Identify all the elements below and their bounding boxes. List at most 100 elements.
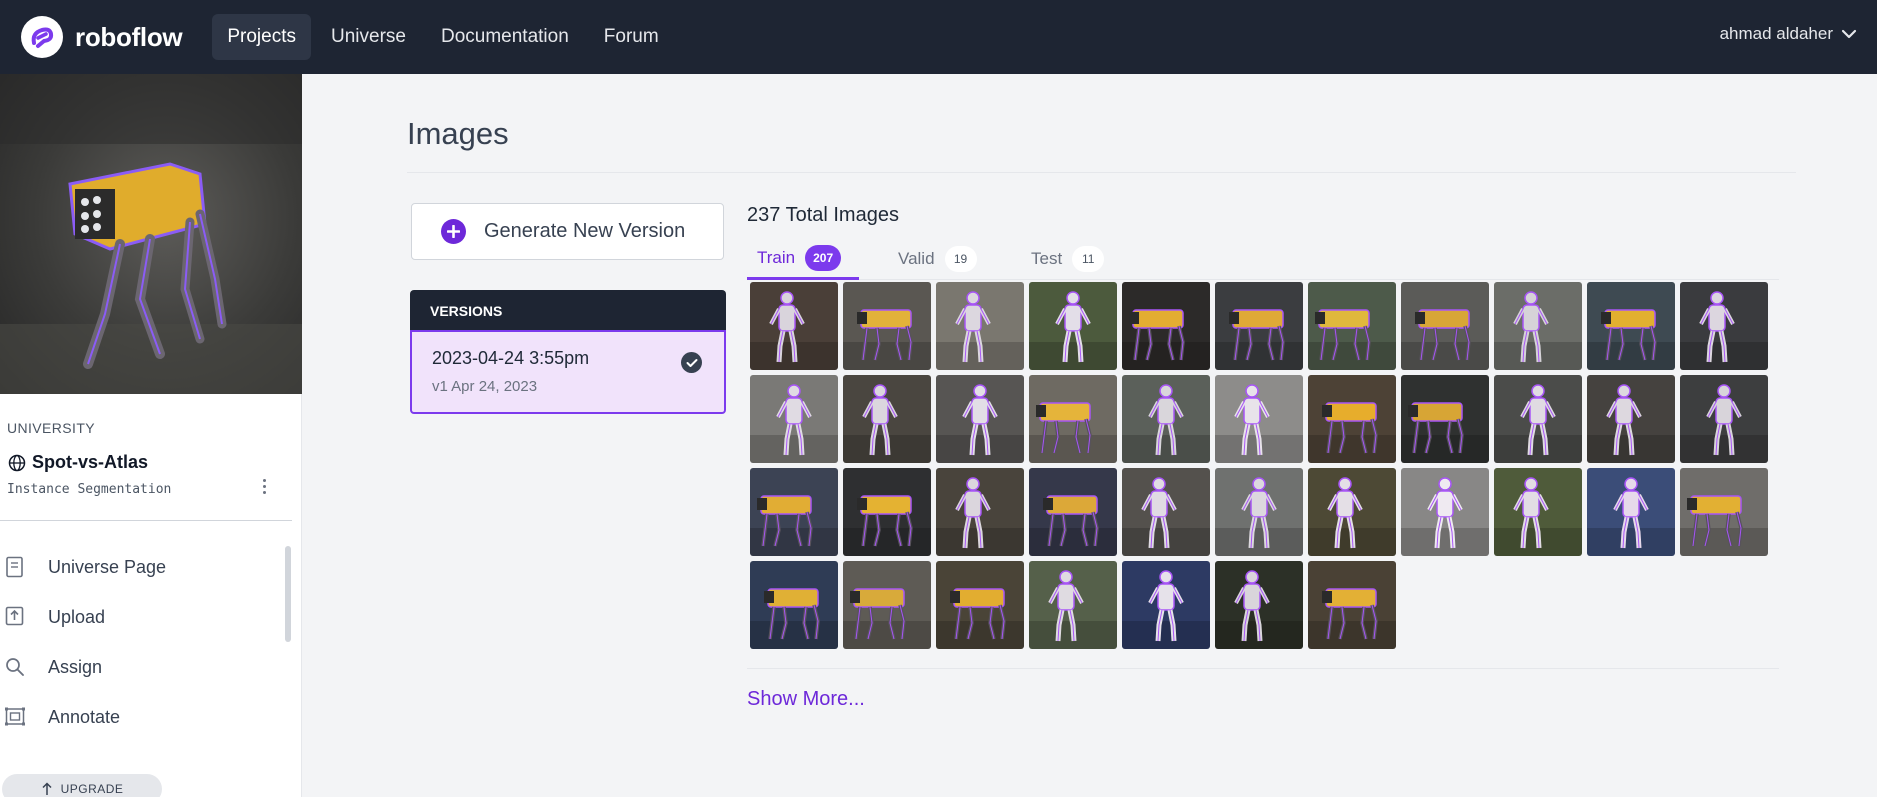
image-thumbnail[interactable] bbox=[1680, 375, 1768, 463]
image-thumbnail[interactable] bbox=[1029, 282, 1117, 370]
project-menu-icon[interactable] bbox=[256, 474, 272, 498]
sidebar-item-label: Universe Page bbox=[48, 556, 167, 577]
image-thumbnail[interactable] bbox=[750, 468, 838, 556]
tab-label: Valid bbox=[898, 249, 935, 268]
grid-divider bbox=[747, 668, 1779, 669]
image-thumbnail[interactable] bbox=[1029, 561, 1117, 649]
sidebar: UNIVERSITY Spot-vs-Atlas Instance Segmen… bbox=[0, 74, 302, 797]
plus-circle-icon bbox=[441, 219, 466, 244]
search-icon bbox=[6, 658, 24, 676]
count-badge: 207 bbox=[805, 244, 842, 271]
check-circle-icon bbox=[681, 352, 702, 373]
image-thumbnail[interactable] bbox=[1587, 468, 1675, 556]
image-thumbnail[interactable] bbox=[1215, 282, 1303, 370]
image-thumbnail[interactable] bbox=[750, 375, 838, 463]
image-thumbnail[interactable] bbox=[1401, 468, 1489, 556]
show-more-link[interactable]: Show More... bbox=[747, 688, 865, 711]
project-name: Spot-vs-Atlas bbox=[32, 452, 149, 472]
image-thumbnail[interactable] bbox=[750, 561, 838, 649]
image-thumbnail[interactable] bbox=[1215, 561, 1303, 649]
project-thumbnail[interactable] bbox=[0, 74, 302, 394]
image-thumbnail[interactable] bbox=[1122, 561, 1210, 649]
sidebar-divider bbox=[0, 520, 292, 521]
sidebar-item-label: Upload bbox=[48, 606, 106, 627]
image-thumbnail[interactable] bbox=[1308, 282, 1396, 370]
sidebar-item-label: Annotate bbox=[48, 706, 121, 727]
sidebar-item-annotate[interactable]: Annotate bbox=[5, 706, 120, 728]
image-thumbnail[interactable] bbox=[843, 561, 931, 649]
tab-test[interactable]: Test 11 bbox=[1021, 238, 1131, 280]
image-thumbnail[interactable] bbox=[1308, 468, 1396, 556]
image-thumbnail[interactable] bbox=[936, 282, 1024, 370]
image-thumbnail[interactable] bbox=[1029, 375, 1117, 463]
versions-panel: VERSIONS 2023-04-24 3:55pm v1 Apr 24, 20… bbox=[410, 290, 726, 415]
image-thumbnail[interactable] bbox=[1215, 468, 1303, 556]
total-images: 237 Total Images bbox=[747, 204, 899, 226]
user-menu[interactable]: ahmad aldaher bbox=[1720, 24, 1857, 44]
upgrade-label: UPGRADE bbox=[60, 782, 124, 796]
nav-forum[interactable]: Forum bbox=[589, 14, 674, 60]
image-thumbnail[interactable] bbox=[1494, 282, 1582, 370]
image-thumbnail[interactable] bbox=[1215, 375, 1303, 463]
image-thumbnail[interactable] bbox=[1029, 468, 1117, 556]
image-grid bbox=[750, 282, 1770, 649]
generate-label: Generate New Version bbox=[484, 220, 686, 242]
sidebar-item-universe-page[interactable]: Universe Page bbox=[5, 556, 166, 578]
user-name: ahmad aldaher bbox=[1719, 24, 1833, 43]
image-thumbnail[interactable] bbox=[1122, 282, 1210, 370]
sidebar-item-assign[interactable]: Assign bbox=[5, 656, 102, 678]
image-thumbnail[interactable] bbox=[843, 468, 931, 556]
image-thumbnail[interactable] bbox=[843, 282, 931, 370]
arrow-up-icon bbox=[42, 782, 52, 795]
split-tabs: Train 207 Valid 19 Test 11 bbox=[747, 238, 1779, 280]
page-title: Images bbox=[407, 116, 509, 151]
image-thumbnail[interactable] bbox=[936, 468, 1024, 556]
image-thumbnail[interactable] bbox=[1308, 561, 1396, 649]
image-thumbnail[interactable] bbox=[1122, 375, 1210, 463]
workspace-label: UNIVERSITY bbox=[7, 420, 96, 436]
upgrade-button[interactable]: UPGRADE bbox=[2, 774, 162, 797]
image-thumbnail[interactable] bbox=[1401, 375, 1489, 463]
annotate-icon bbox=[5, 707, 25, 726]
nav-links: Projects Universe Documentation Forum bbox=[212, 14, 678, 60]
upload-icon bbox=[5, 606, 24, 626]
tab-train[interactable]: Train 207 bbox=[747, 238, 859, 280]
sidebar-scrollbar[interactable] bbox=[285, 546, 291, 642]
versions-header: VERSIONS bbox=[410, 290, 726, 330]
top-nav: roboflow Projects Universe Documentation… bbox=[0, 0, 1877, 74]
nav-universe[interactable]: Universe bbox=[316, 14, 421, 60]
image-thumbnail[interactable] bbox=[1494, 468, 1582, 556]
image-thumbnail[interactable] bbox=[1494, 375, 1582, 463]
image-thumbnail[interactable] bbox=[1680, 468, 1768, 556]
image-thumbnail[interactable] bbox=[1122, 468, 1210, 556]
image-thumbnail[interactable] bbox=[1308, 375, 1396, 463]
count-badge: 19 bbox=[944, 246, 977, 272]
nav-documentation[interactable]: Documentation bbox=[426, 14, 584, 60]
tab-label: Test bbox=[1031, 249, 1063, 268]
project-type: Instance Segmentation bbox=[7, 482, 172, 497]
image-thumbnail[interactable] bbox=[1680, 282, 1768, 370]
generate-new-version-button[interactable]: Generate New Version bbox=[411, 203, 724, 260]
image-thumbnail[interactable] bbox=[1587, 282, 1675, 370]
image-thumbnail[interactable] bbox=[1587, 375, 1675, 463]
chevron-down-icon bbox=[1841, 29, 1857, 39]
image-thumbnail[interactable] bbox=[936, 375, 1024, 463]
book-icon bbox=[6, 556, 23, 578]
tab-valid[interactable]: Valid 19 bbox=[888, 238, 998, 280]
tab-label: Train bbox=[757, 247, 796, 267]
image-thumbnail[interactable] bbox=[936, 561, 1024, 649]
version-subtitle: v1 Apr 24, 2023 bbox=[432, 378, 538, 395]
logo[interactable]: roboflow bbox=[21, 16, 183, 58]
project-name-row[interactable]: Spot-vs-Atlas bbox=[8, 452, 148, 473]
image-thumbnail[interactable] bbox=[1401, 282, 1489, 370]
globe-icon bbox=[8, 454, 26, 471]
nav-projects[interactable]: Projects bbox=[212, 14, 311, 60]
sidebar-item-upload[interactable]: Upload bbox=[5, 606, 105, 628]
title-divider bbox=[407, 172, 1796, 173]
version-title: 2023-04-24 3:55pm bbox=[432, 348, 590, 368]
sidebar-item-label: Assign bbox=[48, 656, 103, 677]
version-card[interactable]: 2023-04-24 3:55pm v1 Apr 24, 2023 bbox=[410, 330, 726, 414]
image-thumbnail[interactable] bbox=[750, 282, 838, 370]
roboflow-logo-icon bbox=[21, 16, 63, 58]
image-thumbnail[interactable] bbox=[843, 375, 931, 463]
